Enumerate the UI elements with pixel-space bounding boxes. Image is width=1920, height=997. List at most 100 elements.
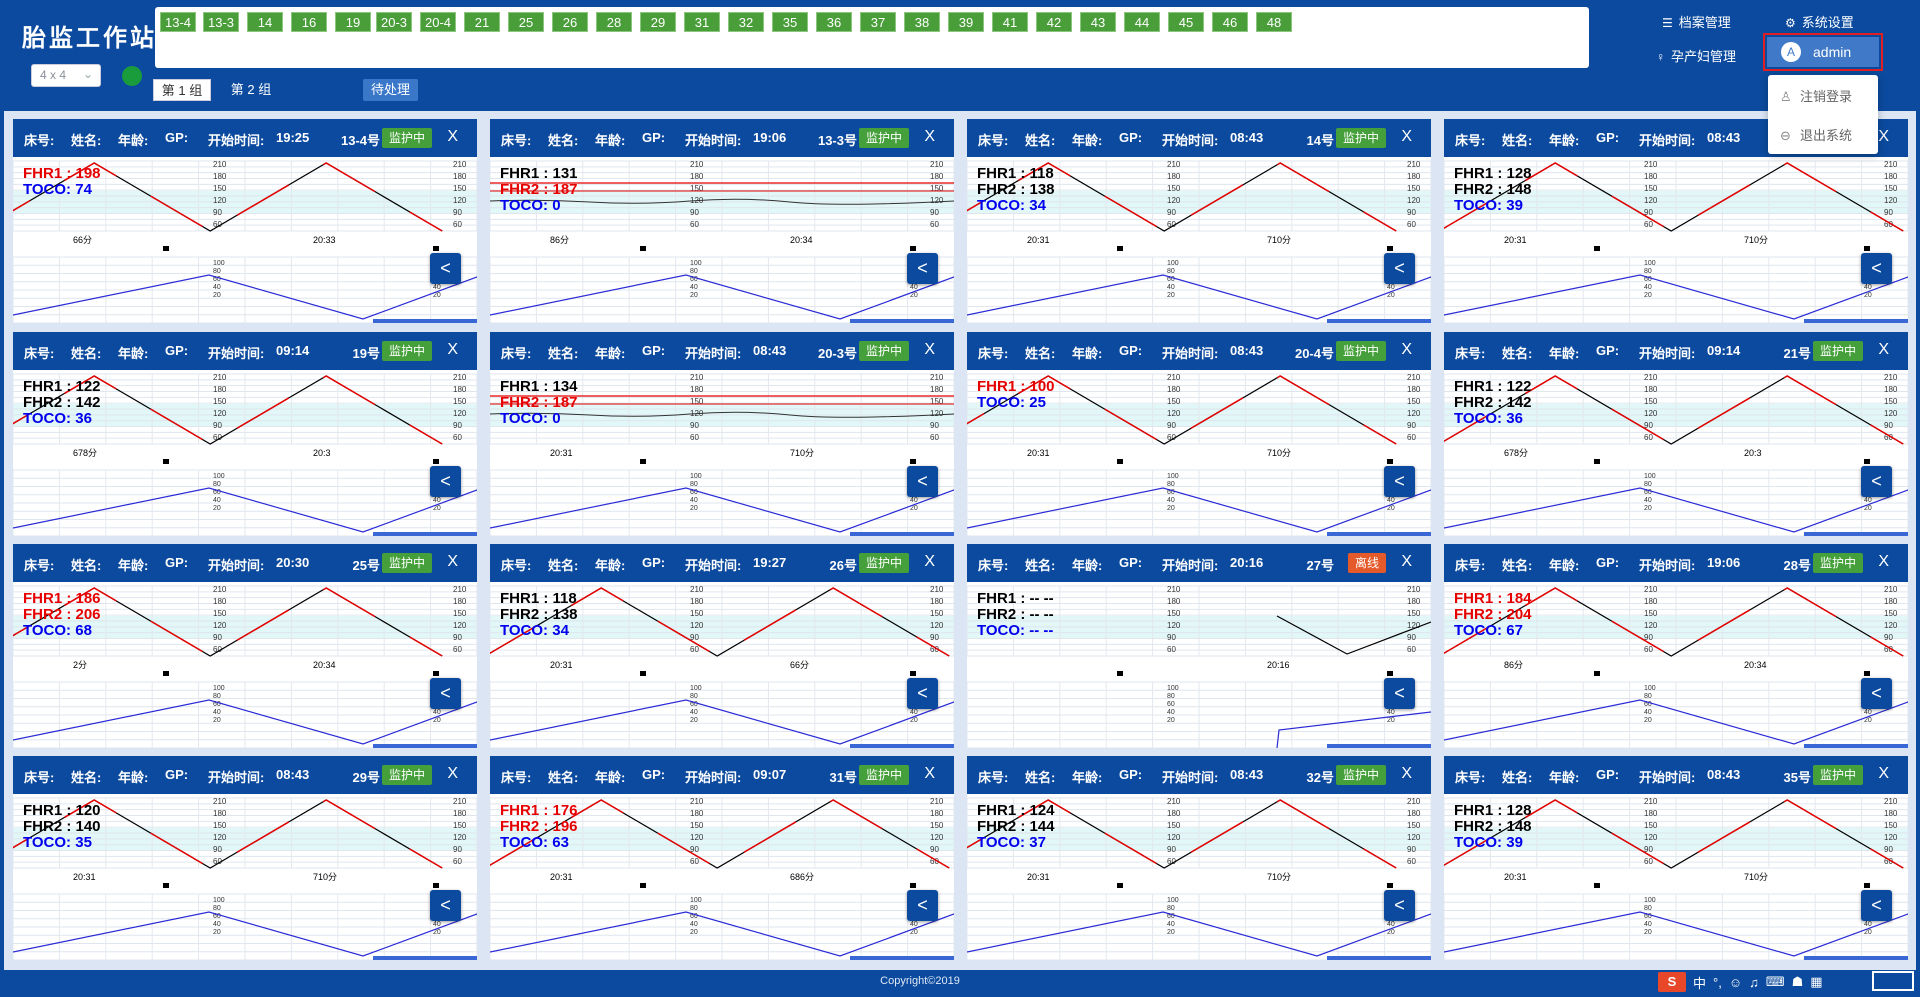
close-icon[interactable]: X: [924, 128, 935, 146]
close-icon[interactable]: X: [447, 765, 458, 783]
chevron-left-icon[interactable]: <: [1861, 466, 1892, 497]
tab-pending[interactable]: 待处理: [363, 79, 418, 101]
chevron-left-icon[interactable]: <: [907, 678, 938, 709]
close-icon[interactable]: X: [1401, 765, 1412, 783]
bed-button[interactable]: 13-3: [203, 12, 239, 32]
grid-icon[interactable]: ▦: [1810, 974, 1822, 990]
fhr-tick-label: 180: [453, 809, 467, 818]
status-badge: 监护中: [1335, 128, 1386, 148]
records-link[interactable]: ☰ 档案管理: [1662, 12, 1731, 31]
user-button[interactable]: A admin: [1767, 37, 1879, 67]
card-gp-label: GP:: [1596, 130, 1620, 145]
close-icon[interactable]: X: [1401, 553, 1412, 571]
fhr-tick-label: 90: [1167, 633, 1176, 642]
fhr1-reading: FHR1 : 176: [500, 802, 578, 819]
bed-button[interactable]: 42: [1036, 12, 1072, 32]
bed-button[interactable]: 46: [1212, 12, 1248, 32]
fhr-tick-label: 120: [453, 833, 467, 842]
close-icon[interactable]: X: [924, 341, 935, 359]
chevron-left-icon[interactable]: <: [907, 466, 938, 497]
chevron-left-icon[interactable]: <: [430, 678, 461, 709]
close-icon[interactable]: X: [1878, 341, 1889, 359]
bed-button[interactable]: 26: [552, 12, 588, 32]
bed-button[interactable]: 37: [860, 12, 896, 32]
bed-button[interactable]: 19: [335, 12, 371, 32]
bed-button[interactable]: 31: [684, 12, 720, 32]
keyboard-icon[interactable]: ⌨: [1766, 974, 1785, 990]
bed-button[interactable]: 44: [1124, 12, 1160, 32]
bed-button[interactable]: 16: [291, 12, 327, 32]
bed-button[interactable]: 35: [772, 12, 808, 32]
close-icon[interactable]: X: [1878, 553, 1889, 571]
emoji-icon[interactable]: ☺: [1729, 975, 1742, 990]
card-header: 床号: 姓名: 年龄: GP: 开始时间: 08:43 32号 监护中 X: [967, 756, 1431, 794]
close-icon[interactable]: X: [1401, 128, 1412, 146]
bed-button[interactable]: 39: [948, 12, 984, 32]
bed-button[interactable]: 20-3: [376, 12, 412, 32]
chevron-left-icon[interactable]: <: [907, 253, 938, 284]
chevron-left-icon[interactable]: <: [430, 466, 461, 497]
bed-button[interactable]: 21: [464, 12, 500, 32]
chevron-left-icon[interactable]: <: [1384, 253, 1415, 284]
toco-reading: TOCO: 0: [500, 410, 561, 427]
toco-tick-label: 40: [1644, 284, 1652, 291]
bed-button[interactable]: 45: [1168, 12, 1204, 32]
fhr-tick-label: 90: [1407, 845, 1416, 854]
mic-icon[interactable]: ♫: [1749, 975, 1759, 990]
close-icon[interactable]: X: [1878, 765, 1889, 783]
fhr-tick-label: 180: [690, 809, 704, 818]
chevron-left-icon[interactable]: <: [1861, 678, 1892, 709]
bed-button[interactable]: 32: [728, 12, 764, 32]
logout-menu-item[interactable]: ♙ 注销登录: [1780, 86, 1852, 105]
fhr-tick-label: 210: [690, 160, 704, 169]
fhr-tick-label: 120: [453, 409, 467, 418]
chevron-left-icon[interactable]: <: [430, 890, 461, 921]
bed-button[interactable]: 41: [992, 12, 1028, 32]
close-icon[interactable]: X: [924, 765, 935, 783]
card-start-label: 开始时间:: [208, 346, 265, 361]
patients-link[interactable]: ♀ 孕产妇管理: [1656, 46, 1736, 65]
bed-button[interactable]: 14: [247, 12, 283, 32]
bed-button[interactable]: 20-4: [420, 12, 456, 32]
close-icon[interactable]: X: [1878, 128, 1889, 146]
chevron-left-icon[interactable]: <: [1384, 890, 1415, 921]
chevron-left-icon[interactable]: <: [1861, 890, 1892, 921]
fhr-tick-label: 60: [453, 433, 462, 442]
bed-button[interactable]: 25: [508, 12, 544, 32]
fhr-tick-label: 210: [1644, 797, 1658, 806]
settings-link[interactable]: ⚙ 系统设置: [1785, 12, 1854, 31]
skin-icon[interactable]: ☗: [1792, 974, 1804, 990]
close-icon[interactable]: X: [1401, 341, 1412, 359]
fhr-tick-label: 150: [930, 609, 944, 618]
close-icon[interactable]: X: [447, 341, 458, 359]
ime-lang[interactable]: 中: [1693, 973, 1706, 992]
fhr-tick-label: 120: [930, 196, 944, 205]
bed-button[interactable]: 13-4: [160, 12, 196, 32]
bed-button[interactable]: 48: [1256, 12, 1292, 32]
toco-tick-label: 40: [910, 284, 918, 291]
bed-button[interactable]: 38: [904, 12, 940, 32]
chevron-left-icon[interactable]: <: [1384, 466, 1415, 497]
close-icon[interactable]: X: [447, 128, 458, 146]
close-icon[interactable]: X: [924, 553, 935, 571]
bed-button[interactable]: 29: [640, 12, 676, 32]
sogou-logo-icon[interactable]: S: [1658, 972, 1686, 992]
toco-tick-label: 20: [1644, 717, 1652, 724]
ime-punct[interactable]: °,: [1713, 975, 1722, 990]
fhr2-reading: FHR2 : 187: [500, 394, 578, 411]
chevron-left-icon[interactable]: <: [430, 253, 461, 284]
layout-select[interactable]: 4 x 4 ⌄: [31, 64, 101, 87]
close-icon[interactable]: X: [447, 553, 458, 571]
chevron-left-icon[interactable]: <: [907, 890, 938, 921]
exit-menu-item[interactable]: ⊖ 退出系统: [1780, 125, 1852, 144]
tab-group-2[interactable]: 第 2 组: [221, 79, 281, 101]
bed-button[interactable]: 43: [1080, 12, 1116, 32]
chevron-left-icon[interactable]: <: [1384, 678, 1415, 709]
fhr-tick-label: 60: [690, 220, 699, 229]
bed-button[interactable]: 28: [596, 12, 632, 32]
chevron-left-icon[interactable]: <: [1861, 253, 1892, 284]
status-badge: 离线: [1347, 553, 1386, 573]
bed-button[interactable]: 36: [816, 12, 852, 32]
tab-group-1[interactable]: 第 1 组: [153, 79, 211, 101]
toco-tick-label: 40: [433, 709, 441, 716]
